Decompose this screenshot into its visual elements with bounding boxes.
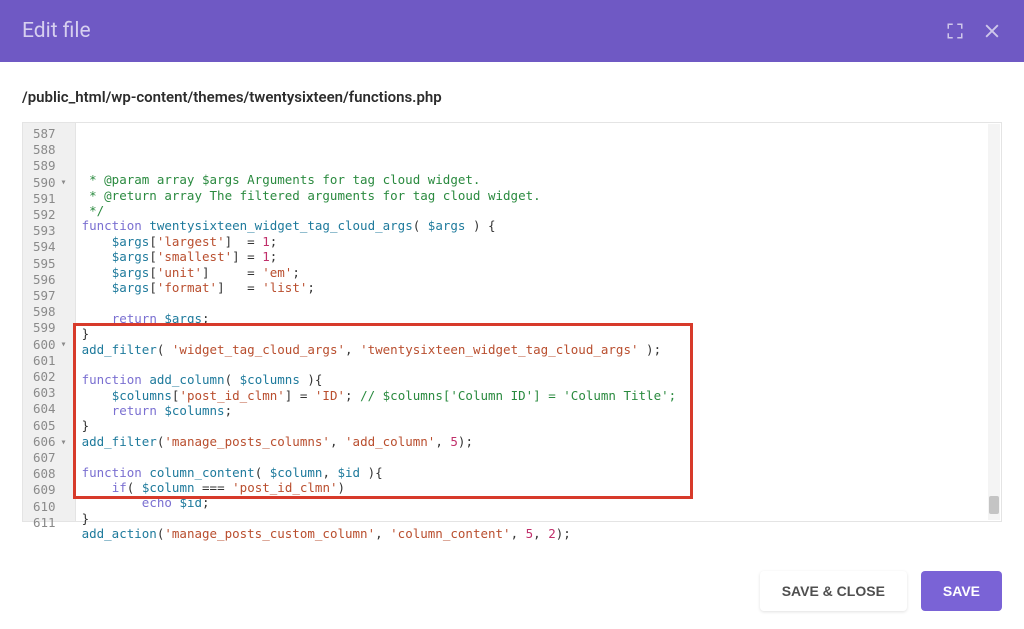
line-number: 587 [33,126,67,142]
line-number: 603 [33,385,67,401]
code-line[interactable]: $columns['post_id_clmn'] = 'ID'; // $col… [82,388,995,403]
code-line[interactable]: return $args; [82,311,995,326]
code-line[interactable]: if( $column === 'post_id_clmn') [82,480,995,495]
code-editor[interactable]: 587 588 589 590▾591 592 593 594 595 596 … [22,122,1002,522]
line-number: 609 [33,482,67,498]
code-line[interactable]: return $columns; [82,403,995,418]
titlebar: Edit file [0,0,1024,62]
code-line[interactable]: echo $id; [82,495,995,510]
line-number: 607 [33,450,67,466]
code-content[interactable]: * @param array $args Arguments for tag c… [76,123,1001,521]
code-line[interactable]: * @param array $args Arguments for tag c… [82,172,995,187]
line-number: 608 [33,466,67,482]
line-number: 588 [33,142,67,158]
code-line[interactable]: $args['unit'] = 'em'; [82,265,995,280]
code-line[interactable]: add_filter( 'widget_tag_cloud_args', 'tw… [82,342,995,357]
line-number: 593 [33,223,67,239]
code-line[interactable]: } [82,418,995,433]
line-number: 602 [33,369,67,385]
line-number: 592 [33,207,67,223]
line-number: 605 [33,418,67,434]
code-line[interactable]: $args['format'] = 'list'; [82,280,995,295]
line-number: 594 [33,239,67,255]
content-area: /public_html/wp-content/themes/twentysix… [0,62,1024,522]
save-button[interactable]: SAVE [921,571,1002,611]
line-number: 597 [33,288,67,304]
code-line[interactable] [82,357,995,372]
line-number: 606▾ [33,434,67,450]
code-line[interactable]: add_filter('manage_posts_columns', 'add_… [82,434,995,449]
close-icon[interactable] [982,21,1002,41]
code-line[interactable] [82,449,995,464]
vertical-scrollbar[interactable] [988,124,1000,520]
line-number: 596 [33,272,67,288]
fullscreen-icon[interactable] [946,22,964,40]
line-number-gutter: 587 588 589 590▾591 592 593 594 595 596 … [23,123,76,521]
code-line[interactable]: function column_content( $column, $id ){ [82,465,995,480]
code-line[interactable]: */ [82,203,995,218]
code-line[interactable]: } [82,511,995,526]
line-number: 599 [33,320,67,336]
scroll-thumb[interactable] [989,496,999,514]
line-number: 611 [33,515,67,531]
titlebar-actions [946,21,1002,41]
dialog-title: Edit file [22,19,91,43]
code-line[interactable]: * @return array The filtered arguments f… [82,188,995,203]
line-number: 589 [33,158,67,174]
line-number: 595 [33,256,67,272]
file-path: /public_html/wp-content/themes/twentysix… [22,88,1002,106]
code-line[interactable] [82,295,995,310]
code-line[interactable]: $args['smallest'] = 1; [82,249,995,264]
dialog-footer: SAVE & CLOSE SAVE [760,571,1002,611]
code-line[interactable]: $args['largest'] = 1; [82,234,995,249]
code-line[interactable]: } [82,326,995,341]
line-number: 600▾ [33,337,67,353]
line-number: 604 [33,401,67,417]
code-line[interactable]: add_action('manage_posts_custom_column',… [82,526,995,541]
line-number: 591 [33,191,67,207]
save-close-button[interactable]: SAVE & CLOSE [760,571,907,611]
line-number: 590▾ [33,175,67,191]
line-number: 610 [33,499,67,515]
line-number: 601 [33,353,67,369]
line-number: 598 [33,304,67,320]
code-line[interactable] [82,542,995,557]
code-line[interactable]: function twentysixteen_widget_tag_cloud_… [82,218,995,233]
code-line[interactable]: function add_column( $columns ){ [82,372,995,387]
